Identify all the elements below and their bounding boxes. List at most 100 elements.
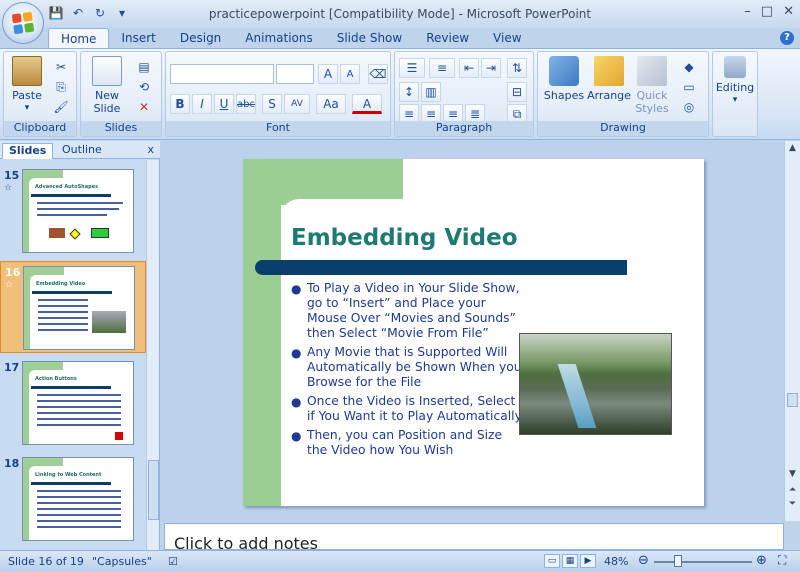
- status-bar: Slide 16 of 19 "Capsules" ☑ ▭ ▦ ▶ 48% ⊖ …: [0, 550, 800, 572]
- shadow-button[interactable]: S: [262, 94, 282, 114]
- slide-sorter-icon[interactable]: ▦: [562, 554, 578, 568]
- zoom-slider[interactable]: [654, 561, 752, 563]
- cut-icon[interactable]: ✂: [52, 58, 70, 76]
- previous-slide-icon[interactable]: ⏶: [787, 485, 798, 496]
- align-text-icon[interactable]: ⊟: [507, 82, 527, 102]
- shape-effects-icon[interactable]: ◎: [680, 98, 698, 116]
- tab-view[interactable]: View: [481, 28, 533, 48]
- tab-home[interactable]: Home: [48, 28, 110, 48]
- decrease-indent-icon[interactable]: ⇤: [459, 58, 479, 78]
- shape-outline-icon[interactable]: ▭: [680, 78, 698, 96]
- strikethrough-button[interactable]: abc: [236, 94, 256, 114]
- tab-slides[interactable]: Slides: [2, 143, 54, 159]
- layout-icon[interactable]: ▤: [135, 58, 153, 76]
- thumbnail-scrollbar[interactable]: [146, 160, 159, 550]
- zoom-level[interactable]: 48%: [604, 555, 628, 568]
- quick-styles-button[interactable]: Quick Styles: [632, 56, 672, 115]
- paragraph-group-label: Paragraph: [395, 121, 533, 136]
- office-button[interactable]: [2, 2, 44, 44]
- tab-animations[interactable]: Animations: [233, 28, 324, 48]
- thumbnail-preview: Advanced AutoShapes: [22, 169, 134, 253]
- scrollbar-thumb[interactable]: [787, 393, 798, 407]
- next-slide-icon[interactable]: ⏷: [787, 499, 798, 510]
- copy-icon[interactable]: ⎘: [52, 78, 70, 96]
- notes-pane[interactable]: Click to add notes: [164, 523, 784, 553]
- clear-format-icon[interactable]: ⌫: [368, 64, 388, 84]
- close-button[interactable]: ✕: [783, 4, 794, 19]
- scroll-down-icon[interactable]: ▼: [787, 469, 798, 480]
- bullets-icon[interactable]: ☰: [399, 58, 425, 78]
- editing-button[interactable]: Editing ▾: [715, 56, 755, 107]
- columns-icon[interactable]: ▥: [421, 82, 441, 102]
- zoom-in-icon[interactable]: ⊕: [756, 553, 767, 568]
- slide-thumbnail-17[interactable]: 17 Action Buttons: [0, 357, 146, 449]
- slide-number: 15: [4, 169, 20, 182]
- text-direction-icon[interactable]: ⇅: [507, 58, 527, 78]
- underline-button[interactable]: U: [214, 94, 234, 114]
- fit-to-window-icon[interactable]: ⛶: [778, 553, 786, 568]
- delete-slide-icon[interactable]: ✕: [135, 98, 153, 116]
- grow-font-button[interactable]: A: [318, 64, 338, 84]
- increase-indent-icon[interactable]: ⇥: [481, 58, 501, 78]
- font-name-combo[interactable]: [170, 64, 274, 84]
- shape-fill-icon[interactable]: ◆: [680, 58, 698, 76]
- line-spacing-icon[interactable]: ↕: [399, 82, 419, 102]
- slide-thumbnail-15[interactable]: 15 ☆ Advanced AutoShapes: [0, 165, 146, 257]
- normal-view-icon[interactable]: ▭: [544, 554, 560, 568]
- help-icon[interactable]: ?: [780, 31, 794, 45]
- slide-thumbnail-18[interactable]: 18 Linking to Web Content: [0, 453, 146, 545]
- arrange-label: Arrange: [587, 89, 631, 102]
- window-title: practicepowerpoint [Compatibility Mode] …: [208, 7, 592, 21]
- font-size-combo[interactable]: [276, 64, 314, 84]
- maximize-button[interactable]: □: [761, 4, 773, 19]
- shrink-font-button[interactable]: A: [340, 64, 360, 84]
- font-group-label: Font: [166, 121, 390, 136]
- zoom-out-icon[interactable]: ⊖: [638, 553, 649, 568]
- scrollbar-thumb[interactable]: [148, 460, 159, 520]
- paste-label: Paste: [12, 89, 42, 102]
- scroll-up-icon[interactable]: ▲: [787, 143, 798, 154]
- change-case-button[interactable]: Aa: [316, 94, 346, 114]
- tab-outline[interactable]: Outline: [56, 143, 108, 159]
- theme-name: "Capsules": [92, 555, 152, 568]
- chevron-down-icon: ▾: [24, 103, 30, 113]
- editor-scrollbar[interactable]: ▲ ▼ ⏶ ⏷: [784, 141, 800, 521]
- numbering-icon[interactable]: ≡: [429, 58, 455, 78]
- tab-slide-show[interactable]: Slide Show: [325, 28, 414, 48]
- close-icon[interactable]: x: [147, 143, 154, 156]
- chevron-down-icon: ▾: [732, 95, 738, 105]
- minimize-button[interactable]: –: [744, 4, 751, 19]
- thumbnail-title: Advanced AutoShapes: [35, 184, 99, 190]
- bullet-item: ● Once the Video is Inserted, Select if Y…: [291, 394, 522, 423]
- reset-icon[interactable]: ⟲: [135, 78, 153, 96]
- italic-button[interactable]: I: [192, 94, 212, 114]
- spelling-icon[interactable]: ☑: [168, 555, 178, 568]
- format-painter-icon[interactable]: 🖌: [52, 98, 70, 116]
- new-slide-button[interactable]: New Slide: [87, 56, 127, 115]
- char-spacing-button[interactable]: AV: [284, 94, 310, 114]
- shapes-button[interactable]: Shapes: [542, 56, 586, 102]
- slide-title[interactable]: Embedding Video: [291, 225, 518, 251]
- tab-review[interactable]: Review: [414, 28, 481, 48]
- paragraph-group: ☰ ≡ ⇤ ⇥ ⇅ ↕ ▥ ⊟ ≡ ≡ ≡ ≣ ⧉ Paragraph: [394, 51, 534, 137]
- bold-button[interactable]: B: [170, 94, 190, 114]
- font-color-button[interactable]: A: [352, 94, 382, 114]
- tab-design[interactable]: Design: [168, 28, 233, 48]
- bullet-list[interactable]: ● To Play a Video in Your Slide Show, go …: [287, 281, 522, 462]
- tab-insert[interactable]: Insert: [109, 28, 167, 48]
- slide-counter: Slide 16 of 19: [8, 555, 84, 568]
- arrange-button[interactable]: Arrange: [586, 56, 632, 102]
- title-underline-bar: [255, 260, 627, 275]
- slide-canvas[interactable]: Embedding Video ● To Play a Video in Your…: [243, 159, 704, 506]
- quick-styles-label: Quick Styles: [635, 89, 669, 115]
- bullet-item: ● To Play a Video in Your Slide Show, go …: [291, 281, 520, 340]
- thumbnail-title: Linking to Web Content: [35, 472, 102, 478]
- zoom-slider-knob[interactable]: [674, 555, 682, 567]
- slide-editor: Embedding Video ● To Play a Video in Your…: [161, 141, 784, 521]
- slide-thumbnail-16[interactable]: 16 ☆ Embedding Video: [0, 261, 146, 353]
- slide-show-icon[interactable]: ▶: [580, 554, 596, 568]
- embedded-video[interactable]: [519, 333, 672, 435]
- paste-button[interactable]: Paste ▾: [10, 56, 44, 115]
- slide-number: 17: [4, 361, 20, 374]
- ribbon: Paste ▾ ✂ ⎘ 🖌 Clipboard New Slide ▤ ⟲ ✕ …: [0, 48, 800, 140]
